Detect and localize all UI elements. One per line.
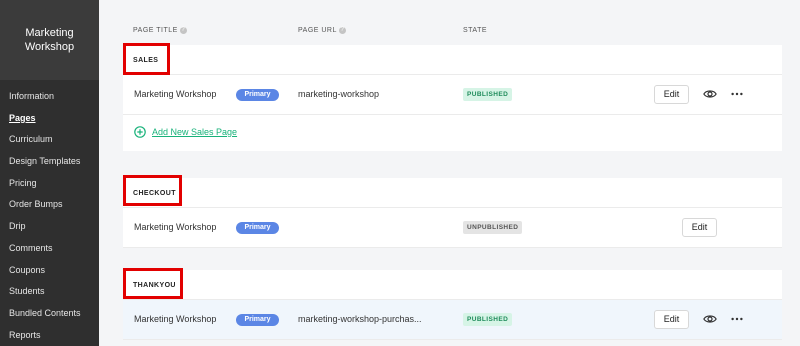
sidebar-header: Marketing Workshop xyxy=(0,0,99,80)
course-title: Marketing Workshop xyxy=(24,27,75,53)
sidebar-item-information[interactable]: Information xyxy=(0,86,99,108)
column-header-label: STATE xyxy=(463,27,488,34)
edit-button[interactable]: Edit xyxy=(682,218,717,237)
more-options-icon[interactable] xyxy=(730,87,744,101)
sidebar-item-pages[interactable]: Pages xyxy=(0,108,99,130)
edit-button[interactable]: Edit xyxy=(654,85,689,104)
main-content: PAGE TITLE ? PAGE URL ? STATE SALES Mark… xyxy=(99,0,800,346)
sidebar-item-pricing[interactable]: Pricing xyxy=(0,173,99,195)
page-url: marketing-workshop xyxy=(298,89,380,99)
primary-badge: Primary xyxy=(236,222,279,234)
help-icon[interactable]: ? xyxy=(179,27,187,34)
primary-badge: Primary xyxy=(236,89,279,101)
column-header-state: STATE xyxy=(463,27,487,34)
sidebar-item-design-templates[interactable]: Design Templates xyxy=(0,151,99,173)
sales-section: SALES Marketing Workshop Primary marketi… xyxy=(123,45,782,151)
eye-icon[interactable] xyxy=(703,87,717,101)
sidebar: Marketing Workshop Information Pages Cur… xyxy=(0,0,99,346)
page-title: Marketing Workshop xyxy=(134,222,217,232)
section-header: SALES xyxy=(123,45,782,75)
page-title: Marketing Workshop xyxy=(134,314,217,324)
table-row: Marketing Workshop Primary marketing-wor… xyxy=(123,300,782,340)
table-row: Marketing Workshop Primary UNPUBLISHED E… xyxy=(123,208,782,248)
sidebar-nav: Information Pages Curriculum Design Temp… xyxy=(0,86,99,346)
section-header: CHECKOUT xyxy=(123,178,782,208)
primary-badge: Primary xyxy=(236,314,279,326)
thankyou-section: THANKYOU Marketing Workshop Primary mark… xyxy=(123,270,782,340)
checkout-section: CHECKOUT Marketing Workshop Primary UNPU… xyxy=(123,178,782,248)
column-header-page-title: PAGE TITLE ? xyxy=(133,27,187,34)
table-row: Marketing Workshop Primary marketing-wor… xyxy=(123,75,782,115)
highlight-box-thankyou xyxy=(123,268,183,299)
sidebar-item-curriculum[interactable]: Curriculum xyxy=(0,129,99,151)
section-header: THANKYOU xyxy=(123,270,782,300)
sidebar-item-reports[interactable]: Reports xyxy=(0,325,99,346)
sidebar-item-order-bumps[interactable]: Order Bumps xyxy=(0,194,99,216)
page-title: Marketing Workshop xyxy=(134,89,217,99)
sidebar-item-coupons[interactable]: Coupons xyxy=(0,260,99,282)
add-page-row: Add New Sales Page xyxy=(123,115,782,151)
sidebar-item-drip[interactable]: Drip xyxy=(0,216,99,238)
add-new-sales-page-link[interactable]: Add New Sales Page xyxy=(152,127,237,137)
sidebar-item-comments[interactable]: Comments xyxy=(0,238,99,260)
highlight-box-checkout xyxy=(123,175,182,206)
column-header-page-url: PAGE URL ? xyxy=(298,27,346,34)
column-header-label: PAGE URL xyxy=(298,27,337,34)
more-options-icon[interactable] xyxy=(730,312,744,326)
column-header-label: PAGE TITLE xyxy=(133,27,178,34)
eye-icon[interactable] xyxy=(703,312,717,326)
sidebar-item-students[interactable]: Students xyxy=(0,281,99,303)
status-badge: PUBLISHED xyxy=(463,313,513,326)
edit-button[interactable]: Edit xyxy=(654,310,689,329)
status-badge: PUBLISHED xyxy=(463,88,513,101)
plus-circle-icon[interactable] xyxy=(134,126,146,138)
page-url: marketing-workshop-purchas... xyxy=(298,314,422,324)
sidebar-item-bundled-contents[interactable]: Bundled Contents xyxy=(0,303,99,325)
help-icon[interactable]: ? xyxy=(338,27,346,34)
status-badge: UNPUBLISHED xyxy=(463,221,523,234)
highlight-box-sales xyxy=(123,43,170,75)
